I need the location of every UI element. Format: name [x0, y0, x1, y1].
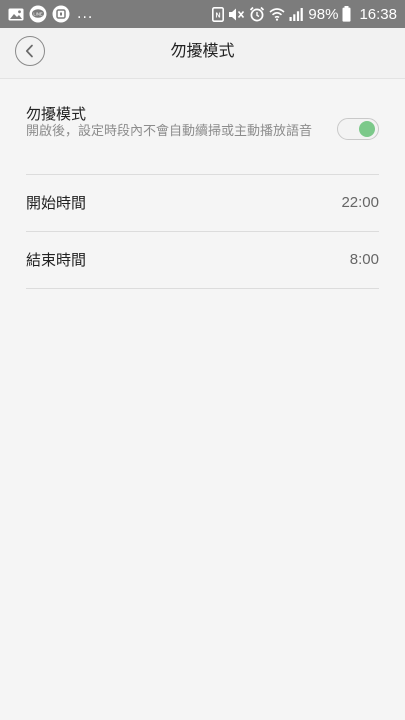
app-header: 勿擾模式 [0, 28, 405, 79]
gallery-icon [8, 8, 24, 21]
alarm-icon [249, 6, 265, 22]
settings-list: 勿擾模式 開啟後，設定時段內不會自動續掃或主動播放語音 開始時間 22:00 結… [26, 79, 379, 289]
line-badge-text: LINE [33, 11, 43, 16]
start-time-row[interactable]: 開始時間 22:00 [26, 175, 379, 232]
signal-icon [289, 7, 304, 21]
toggle-knob [359, 121, 375, 137]
battery-percent: 98% [308, 5, 339, 23]
dnd-title: 勿擾模式 [26, 105, 87, 123]
system-status-area: N 98% 16:38 [212, 0, 397, 28]
start-time-value: 22:00 [341, 194, 379, 211]
wifi-icon [269, 7, 285, 21]
dnd-toggle[interactable] [337, 118, 379, 140]
mi-app-icon [52, 5, 70, 23]
battery-icon [342, 6, 351, 22]
end-time-value: 8:00 [349, 251, 379, 268]
mute-icon [228, 7, 245, 22]
status-bar: LINE ... N 98% 16:38 [0, 0, 405, 28]
dnd-setting-row: 勿擾模式 開啟後，設定時段內不會自動續掃或主動播放語音 [26, 79, 379, 175]
notification-area: LINE ... [8, 0, 93, 28]
nfc-icon: N [212, 6, 225, 22]
line-app-icon: LINE [29, 5, 47, 23]
more-notifications-indicator: ... [77, 6, 94, 22]
svg-text:N: N [216, 12, 221, 19]
dnd-description: 開啟後，設定時段內不會自動續掃或主動播放語音 [26, 124, 313, 139]
end-time-label: 結束時間 [26, 251, 87, 269]
start-time-label: 開始時間 [26, 194, 87, 212]
end-time-row[interactable]: 結束時間 8:00 [26, 232, 379, 289]
page-title: 勿擾模式 [170, 41, 235, 60]
clock: 16:38 [359, 5, 397, 23]
